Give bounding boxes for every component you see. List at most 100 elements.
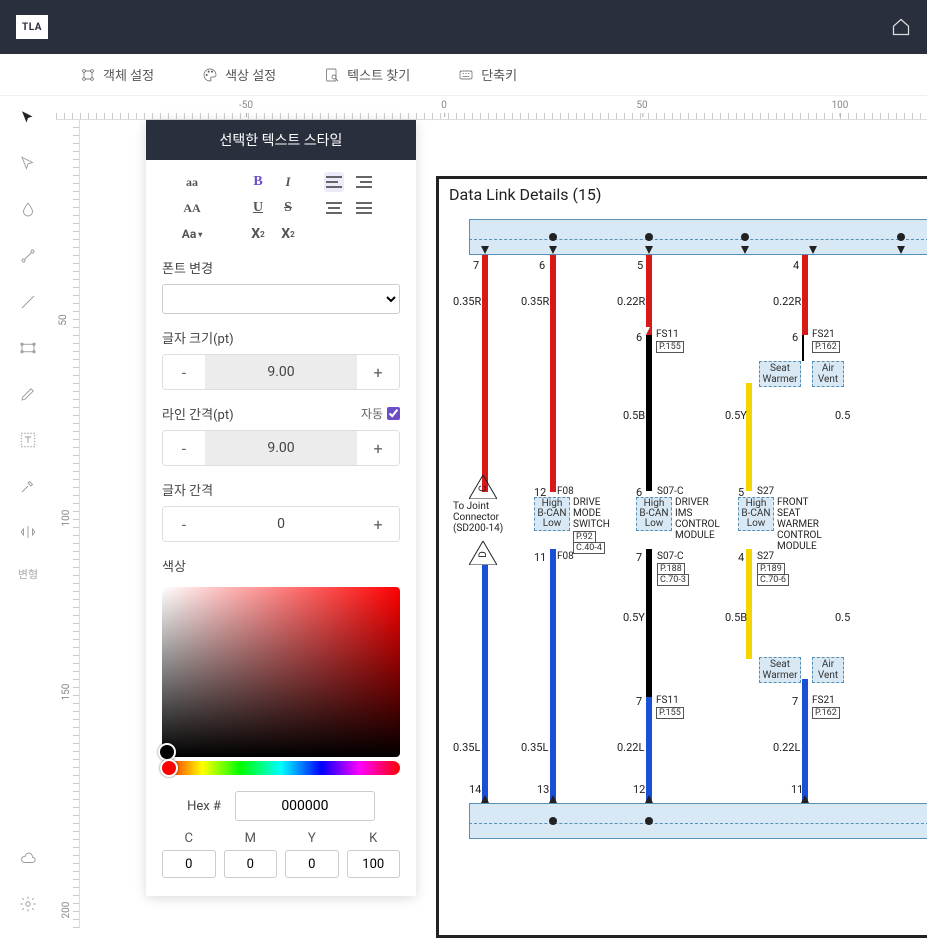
case-lower-button[interactable]: aa — [182, 172, 202, 192]
pin-label: 7 — [792, 695, 798, 708]
m-input[interactable] — [224, 850, 278, 878]
connector-label: S07-C — [657, 551, 683, 562]
bold-button[interactable]: B — [248, 172, 268, 192]
bcan-box: HighB-CANLow — [534, 497, 570, 531]
size-decrease-button[interactable]: - — [163, 355, 205, 389]
strike-button[interactable]: S — [278, 198, 298, 218]
gauge-label: 0.35L — [453, 741, 480, 754]
bus-bottom — [469, 803, 927, 839]
tool-flip[interactable] — [16, 520, 40, 544]
align-justify-button[interactable] — [354, 198, 374, 218]
letter-decrease-button[interactable]: - — [163, 507, 205, 541]
gauge-label: 0.5B — [623, 409, 645, 422]
panel-title: 선택한 텍스트 스타일 — [146, 120, 416, 160]
letter-increase-button[interactable]: + — [357, 507, 399, 541]
page-ref: C.70-6 — [757, 574, 789, 586]
size-increase-button[interactable]: + — [357, 355, 399, 389]
gauge-label: 0.35R — [521, 295, 549, 308]
pin-label: 12 — [633, 783, 645, 796]
pin-label: 5 — [637, 259, 643, 272]
align-center-button[interactable] — [324, 198, 344, 218]
bcan-box: HighB-CANLow — [636, 497, 672, 531]
align-right-button[interactable] — [354, 172, 374, 192]
size-value: 9.00 — [205, 355, 357, 389]
letter-value: 0 — [205, 507, 357, 541]
page-ref: C.70-3 — [657, 574, 689, 586]
connector-label: FS21 — [812, 695, 835, 706]
y-input[interactable] — [285, 850, 339, 878]
hex-input[interactable] — [235, 791, 375, 821]
tool-pen[interactable] — [16, 382, 40, 406]
module-box: Air Vent — [812, 361, 844, 387]
line-decrease-button[interactable]: - — [163, 431, 205, 465]
pin-label: 6 — [792, 331, 798, 344]
connector-label: S27 — [757, 551, 774, 562]
menu-text-label: 텍스트 찾기 — [347, 65, 410, 84]
gauge-label: 0.35L — [521, 741, 548, 754]
subscript-button[interactable]: X2 — [278, 224, 298, 244]
align-left-button[interactable] — [324, 172, 344, 192]
pin-label: 14 — [469, 783, 481, 796]
line-auto-checkbox[interactable] — [387, 407, 400, 420]
hue-cursor-icon[interactable] — [160, 759, 178, 777]
tool-rect[interactable] — [16, 336, 40, 360]
diagram-canvas[interactable]: Data Link Details (15) 7 6 5 4 — [436, 176, 927, 938]
menu-shortcuts[interactable]: 단축키 — [458, 65, 517, 84]
diagram-title: Data Link Details (15) — [449, 185, 602, 204]
page-ref: C.40-4 — [573, 542, 605, 554]
pin-label: 4 — [793, 259, 799, 272]
gauge-label: 0.22L — [617, 741, 644, 754]
pin-label: 7 — [473, 259, 479, 272]
connector-label: S27 — [757, 486, 774, 497]
menu-color-settings[interactable]: 색상 설정 — [202, 65, 276, 84]
triangle-label: C — [478, 485, 489, 492]
tool-eyedropper[interactable] — [16, 474, 40, 498]
color-sv-picker[interactable] — [162, 587, 400, 757]
module-label: DRIVE MODE SWITCH — [573, 497, 610, 530]
case-upper-button[interactable]: AA — [182, 198, 202, 218]
tool-fill[interactable] — [16, 198, 40, 222]
k-input[interactable] — [347, 850, 401, 878]
menu-object-label: 객체 설정 — [103, 65, 154, 84]
font-select[interactable] — [162, 284, 400, 314]
gauge-label: 0.5 — [835, 611, 850, 624]
page-ref: P.162 — [812, 341, 840, 353]
hue-slider[interactable] — [162, 761, 400, 775]
tool-line[interactable] — [16, 290, 40, 314]
tool-direct-select[interactable] — [16, 152, 40, 176]
menu-shortcut-label: 단축키 — [481, 65, 517, 84]
module-label: DRIVER IMS CONTROL MODULE — [675, 497, 720, 541]
line-increase-button[interactable]: + — [357, 431, 399, 465]
home-icon[interactable] — [891, 17, 911, 37]
tool-settings[interactable] — [16, 892, 40, 916]
tool-node[interactable] — [16, 244, 40, 268]
note-label: To Joint Connector (SD200-14) — [453, 501, 503, 534]
logo: TLA — [16, 15, 48, 39]
bus-top — [469, 219, 927, 255]
gauge-label: 0.5Y — [623, 611, 645, 624]
menu-object-settings[interactable]: 객체 설정 — [80, 65, 154, 84]
tool-cloud[interactable] — [16, 846, 40, 870]
tool-select[interactable] — [16, 106, 40, 130]
menu-color-label: 색상 설정 — [225, 65, 276, 84]
superscript-button[interactable]: X2 — [248, 224, 268, 244]
underline-button[interactable]: U — [248, 198, 268, 218]
menu-find-text[interactable]: 텍스트 찾기 — [324, 65, 410, 84]
module-box: Air Vent — [812, 657, 844, 683]
c-input[interactable] — [162, 850, 216, 878]
line-value: 9.00 — [205, 431, 357, 465]
ruler-vertical: 50 100 150 200 — [56, 120, 80, 928]
case-mixed-button[interactable]: Aa▾ — [182, 224, 202, 244]
gauge-label: 0.22R — [773, 295, 801, 308]
connector-label: F08 — [557, 551, 574, 562]
tool-text[interactable] — [16, 428, 40, 452]
gauge-label: 0.5 — [835, 409, 850, 422]
gauge-label: 0.22L — [773, 741, 800, 754]
triangle-label: D — [478, 551, 489, 558]
gauge-label: 0.35R — [453, 295, 481, 308]
font-label: 폰트 변경 — [162, 258, 400, 277]
hex-label: Hex # — [187, 799, 221, 814]
page-ref: P.155 — [656, 341, 684, 353]
size-label: 글자 크기(pt) — [162, 328, 400, 347]
italic-button[interactable]: I — [278, 172, 298, 192]
